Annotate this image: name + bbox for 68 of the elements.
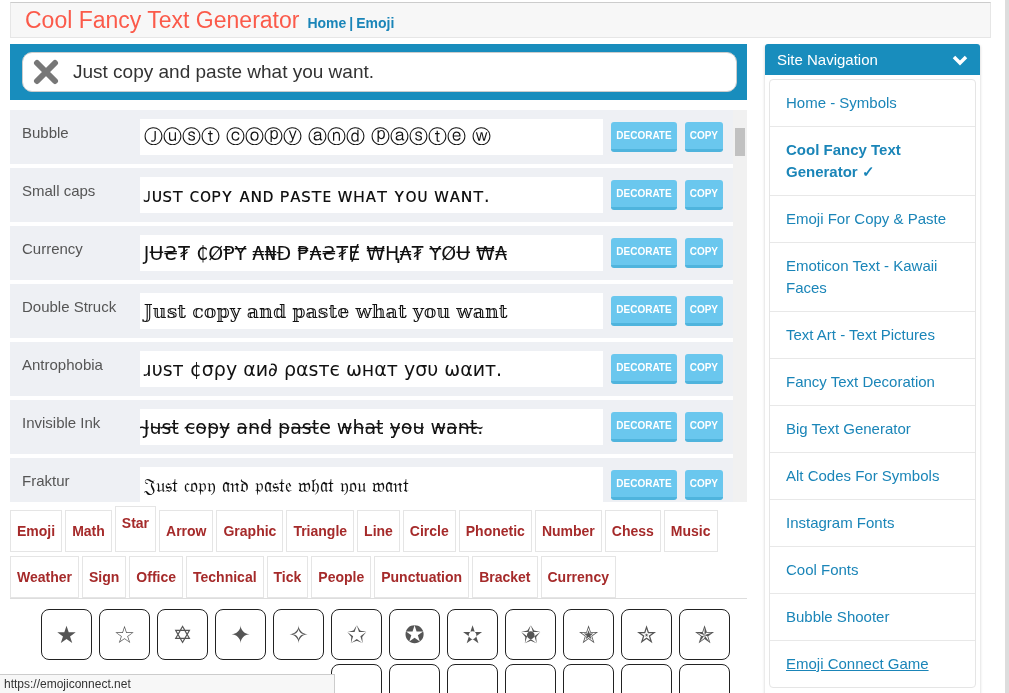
symbol-button[interactable]: ✪: [389, 609, 440, 660]
fancy-text-output[interactable]: ᴊᴜsᴛ ᴄᴏᴘʏ ᴀɴᴅ ᴘᴀsᴛᴇ ᴡʜᴀᴛ ʏᴏᴜ ᴡᴀɴᴛ.: [139, 177, 604, 213]
category-tab[interactable]: Office: [129, 556, 183, 598]
style-name: Fraktur: [22, 471, 71, 489]
emoji-link[interactable]: Emoji: [356, 15, 395, 31]
symbol-button[interactable]: ☆: [99, 609, 150, 660]
category-tab[interactable]: Sign: [82, 556, 127, 598]
category-tab[interactable]: Technical: [186, 556, 264, 598]
category-tab[interactable]: Math: [65, 510, 112, 552]
category-tab[interactable]: Line: [357, 510, 400, 552]
fancy-text-output[interactable]: 𝕁𝕦𝕤𝕥 𝕔𝕠𝕡𝕪 𝕒𝕟𝕕 𝕡𝕒𝕤𝕥𝕖 𝕨𝕙𝕒𝕥 𝕪𝕠𝕦 𝕨𝕒𝕟𝕥: [139, 293, 604, 329]
chevron-down-icon[interactable]: [952, 53, 968, 66]
symbol-button[interactable]: ✮: [621, 609, 672, 660]
symbol-button[interactable]: ✫: [447, 609, 498, 660]
fancy-text-output[interactable]: 𝔍𝔲𝔰𝔱 𝔠𝔬𝔭𝔶 𝔞𝔫𝔡 𝔭𝔞𝔰𝔱𝔢 𝔴𝔥𝔞𝔱 𝔶𝔬𝔲 𝔴𝔞𝔫𝔱: [139, 467, 604, 502]
symbol-button[interactable]: ✡: [157, 609, 208, 660]
category-tab[interactable]: Phonetic: [458, 510, 532, 552]
nav-link[interactable]: Home - Symbols: [770, 80, 975, 126]
nav-link[interactable]: Cool Fonts: [770, 546, 975, 593]
category-tab[interactable]: Emoji: [10, 510, 63, 552]
category-tab[interactable]: Circle: [402, 510, 456, 552]
category-tab[interactable]: Punctuation: [374, 556, 470, 598]
style-name: Invisible Ink: [22, 413, 102, 431]
nav-link[interactable]: Big Text Generator: [770, 405, 975, 452]
symbol-button[interactable]: ✬: [505, 609, 556, 660]
style-name: Double Struck: [22, 297, 118, 315]
fancy-text-output[interactable]: Ⓙⓤⓢⓣ ⓒⓞⓟⓨ ⓐⓝⓓ ⓟⓐⓢⓣⓔ ⓦ: [139, 119, 604, 155]
scrollbar[interactable]: [733, 110, 747, 502]
nav-link[interactable]: Alt Codes For Symbols: [770, 452, 975, 499]
url-status-tooltip: https://emojiconnect.net: [0, 674, 335, 693]
clear-icon[interactable]: [33, 59, 59, 85]
symbol-button[interactable]: ✯: [679, 609, 730, 660]
category-tab[interactable]: Graphic: [216, 510, 284, 552]
nav-link[interactable]: Cool Fancy Text Generator ✓: [770, 126, 975, 195]
category-tab[interactable]: People: [311, 556, 372, 598]
category-tab[interactable]: Music: [663, 510, 718, 552]
nav-link[interactable]: Emoji For Copy & Paste: [770, 195, 975, 242]
category-tab[interactable]: Weather: [10, 556, 79, 598]
category-tab[interactable]: Star: [114, 506, 157, 552]
nav-link[interactable]: Fancy Text Decoration: [770, 358, 975, 405]
text-input-field[interactable]: Just copy and paste what you want.: [22, 52, 737, 92]
nav-link[interactable]: Text Art - Text Pictures: [770, 311, 975, 358]
fancy-text-output[interactable]: ɹυѕт ¢σρу αи∂ ραѕтє ωнαт уσυ ωαит.: [139, 351, 604, 387]
home-link[interactable]: Home: [307, 15, 347, 31]
category-tab[interactable]: Triangle: [286, 510, 355, 552]
symbol-button[interactable]: ✧: [273, 609, 324, 660]
style-name: Currency: [22, 239, 84, 257]
fancy-text-output[interactable]: JɄ₴₮ ₵ØⱣɎ ₳₦Đ ₱₳₴₮Ɇ ₩Ⱨ₳₮ ɎØɄ ₩₳: [139, 235, 604, 271]
category-tab[interactable]: Arrow: [159, 510, 214, 552]
style-name: Small caps: [22, 181, 97, 199]
site-title: Cool Fancy Text Generator: [25, 6, 300, 34]
nav-link[interactable]: Instagram Fonts: [770, 499, 975, 546]
style-name: Bubble: [22, 123, 70, 141]
symbol-button[interactable]: ✦: [215, 609, 266, 660]
category-tab[interactable]: Tick: [266, 556, 309, 598]
symbol-button[interactable]: ✭: [563, 609, 614, 660]
symbol-button[interactable]: ✩: [331, 609, 382, 660]
category-tab[interactable]: Bracket: [472, 556, 538, 598]
style-name: Antrophobia: [22, 355, 104, 373]
category-tab[interactable]: Currency: [540, 556, 616, 598]
symbol-button[interactable]: ★: [41, 609, 92, 660]
nav-link[interactable]: Emoji Connect Game: [770, 640, 975, 687]
nav-link[interactable]: Bubble Shooter: [770, 593, 975, 640]
sidebar-title: Site Navigation: [777, 51, 878, 68]
category-tab[interactable]: Chess: [604, 510, 661, 552]
category-tab[interactable]: Number: [534, 510, 602, 552]
separator: |: [349, 15, 354, 31]
nav-link[interactable]: Emoticon Text - Kawaii Faces: [770, 242, 975, 311]
